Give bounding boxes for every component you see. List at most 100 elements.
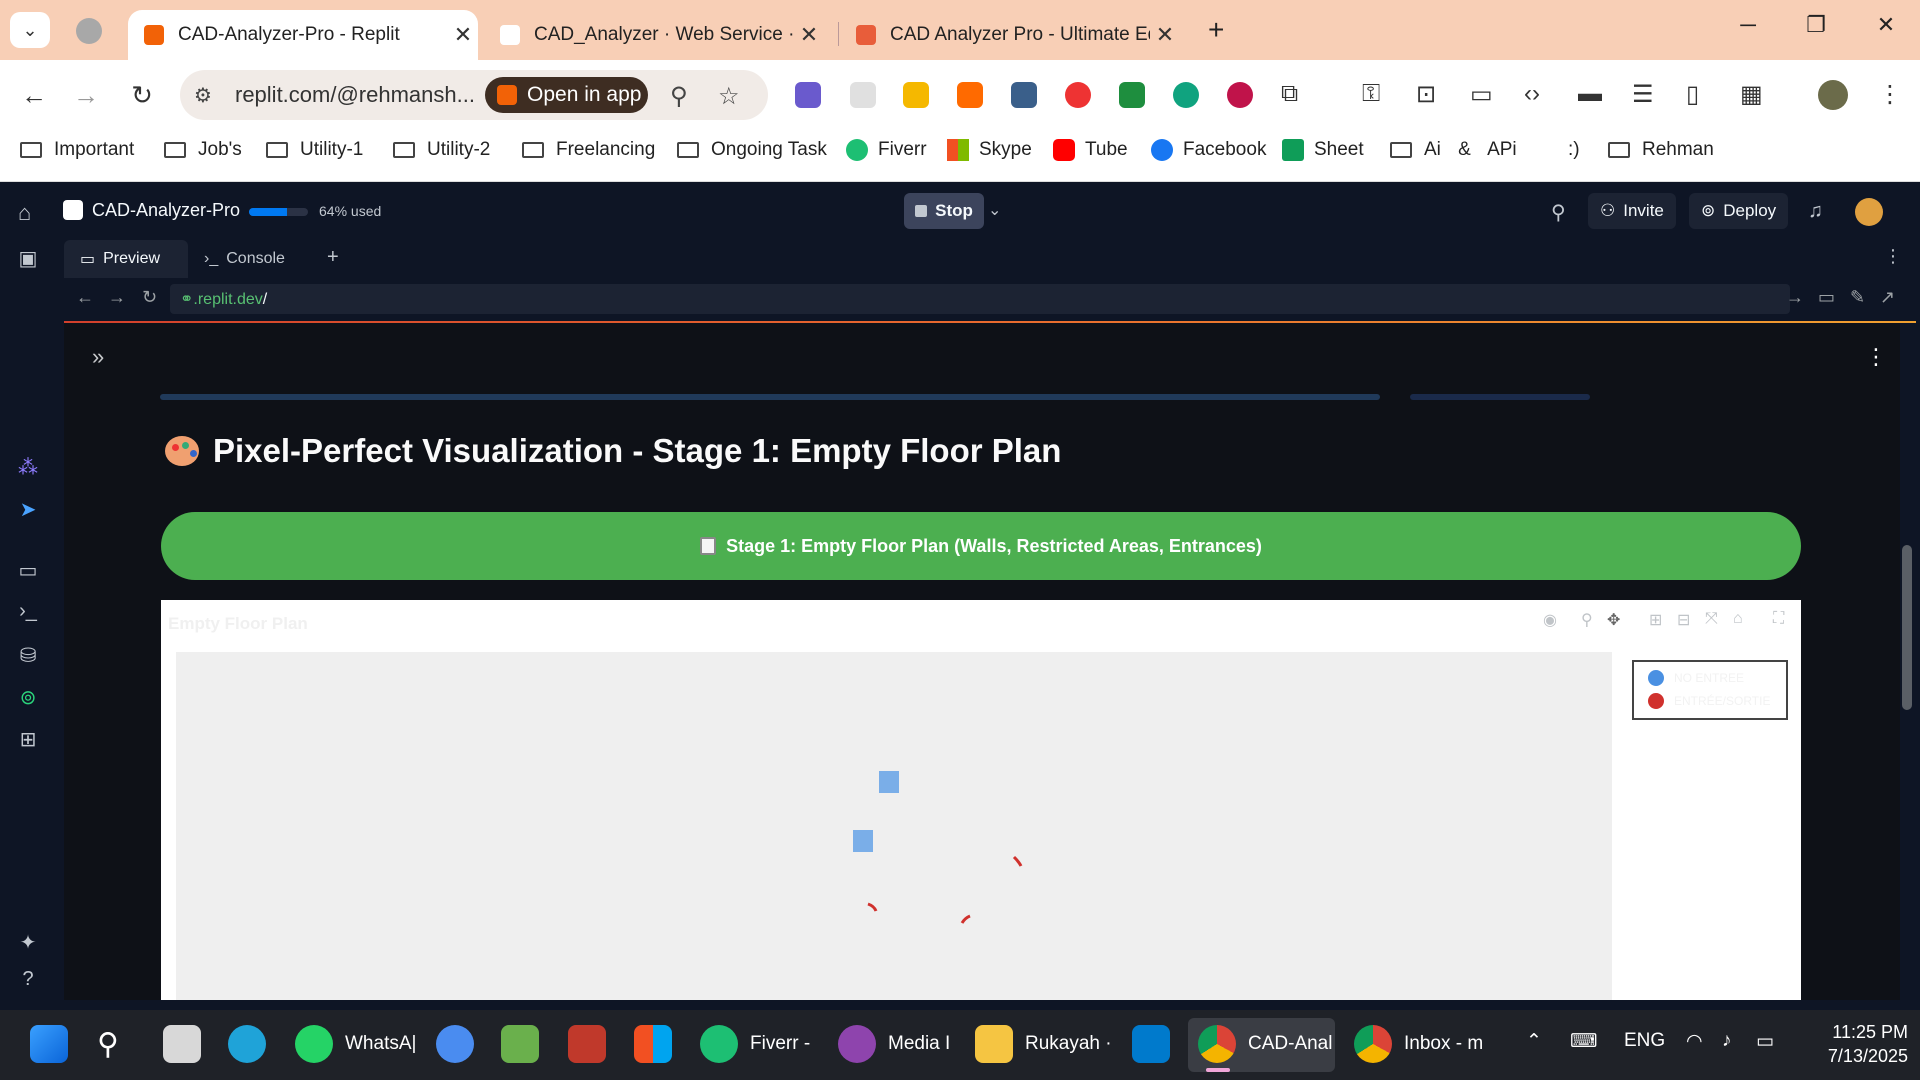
zoom-icon[interactable]: ⚲ bbox=[1581, 610, 1593, 630]
extension-icon[interactable] bbox=[850, 82, 876, 108]
close-icon[interactable]: ✕ bbox=[794, 22, 824, 48]
camera-icon[interactable]: ◉ bbox=[1543, 610, 1557, 630]
fiverr-button[interactable]: Fiverr - bbox=[700, 1024, 810, 1064]
bookmark-fiverr[interactable]: Fiverr bbox=[846, 139, 927, 161]
forward-icon[interactable]: → bbox=[108, 287, 126, 308]
bookmark-utility-1[interactable]: Utility-1 bbox=[266, 139, 363, 161]
zoom-icon[interactable]: ⚲ bbox=[670, 82, 688, 111]
assistant-icon[interactable]: ➤ bbox=[16, 497, 40, 522]
tab-console[interactable]: ›_ Console bbox=[188, 240, 313, 278]
tab-web-service[interactable]: CAD_Analyzer · Web Service · I ✕ bbox=[484, 10, 824, 60]
bookmark-star-icon[interactable]: ☆ bbox=[718, 82, 740, 111]
deploy-icon[interactable]: ⊚ bbox=[16, 685, 40, 710]
autoscale-icon[interactable]: ⤧ bbox=[1705, 610, 1718, 628]
tab-replit[interactable]: CAD-Analyzer-Pro - Replit ✕ bbox=[128, 10, 478, 60]
reading-list-icon[interactable]: ☰ bbox=[1632, 80, 1654, 109]
extension-icon[interactable] bbox=[1119, 82, 1145, 108]
address-url[interactable]: replit.com/@rehmansh... bbox=[235, 82, 475, 108]
close-window-icon[interactable]: ✕ bbox=[1866, 12, 1906, 38]
expand-sidebar-icon[interactable]: » bbox=[92, 344, 104, 370]
side-panel-icon[interactable]: ▦ bbox=[1740, 80, 1763, 109]
volume-icon[interactable]: ♪ bbox=[1722, 1030, 1732, 1052]
close-icon[interactable]: ✕ bbox=[448, 22, 478, 48]
preview-icon[interactable]: ▭ bbox=[16, 558, 40, 583]
notepad-button[interactable] bbox=[501, 1024, 551, 1064]
code-icon[interactable]: ‹› bbox=[1524, 80, 1540, 108]
sparkle-icon[interactable]: ✦ bbox=[16, 930, 40, 955]
new-tab-icon[interactable]: + bbox=[1208, 14, 1224, 46]
deploy-button[interactable]: ⊚ Deploy bbox=[1689, 193, 1789, 229]
scrollbar-thumb[interactable] bbox=[1902, 545, 1912, 710]
open-in-app-button[interactable]: Open in app bbox=[485, 77, 648, 113]
back-icon[interactable]: ← bbox=[76, 287, 94, 308]
project-name[interactable]: CAD-Analyzer-Pro bbox=[92, 200, 240, 221]
add-tab-icon[interactable]: + bbox=[327, 246, 339, 269]
task-view-button[interactable] bbox=[163, 1024, 213, 1064]
bookmark-tube[interactable]: Tube bbox=[1053, 139, 1128, 161]
legend-item-no-entree[interactable]: NO ENTREE bbox=[1648, 670, 1744, 686]
keyboard-icon[interactable]: ⌨ bbox=[1570, 1030, 1597, 1053]
plot-area[interactable] bbox=[176, 652, 1612, 1000]
devtools-icon[interactable]: ✎ bbox=[1850, 287, 1865, 308]
search-icon[interactable]: ⚲ bbox=[1551, 200, 1566, 225]
store-button[interactable] bbox=[634, 1024, 684, 1064]
bell-icon[interactable]: ♫ bbox=[1808, 200, 1823, 223]
main-menu-icon[interactable]: ⋮ bbox=[1865, 344, 1887, 370]
zoom-out-icon[interactable]: ⊟ bbox=[1677, 610, 1690, 630]
battery-icon[interactable]: ▭ bbox=[1756, 1030, 1774, 1053]
ublock-icon[interactable] bbox=[1227, 82, 1253, 108]
tray-chevron-up-icon[interactable]: ⌃ bbox=[1526, 1030, 1542, 1053]
floor-plan-plot[interactable]: Empty Floor Plan ◉ ⚲ ✥ ⊞ ⊟ ⤧ ⌂ ⛶ NO ENTR… bbox=[161, 600, 1801, 1000]
screenshot-icon[interactable]: ⊡ bbox=[1416, 80, 1436, 109]
browser-menu-icon[interactable]: ⋮ bbox=[1878, 80, 1902, 109]
password-key-icon[interactable]: ⚿ bbox=[1362, 80, 1380, 108]
console-icon[interactable]: ›_ bbox=[16, 600, 40, 623]
pan-icon[interactable]: ✥ bbox=[1607, 610, 1620, 630]
plot-legend[interactable]: NO ENTREE ENTRÉE/SORTIE bbox=[1632, 660, 1788, 720]
bookmark-smiley[interactable]: :) bbox=[1568, 139, 1580, 161]
extension-icon[interactable] bbox=[957, 82, 983, 108]
chrome-alt-button[interactable] bbox=[436, 1024, 486, 1064]
back-icon[interactable]: ← bbox=[16, 80, 52, 111]
bookmark-important[interactable]: Important bbox=[20, 139, 134, 161]
reload-icon[interactable]: ↻ bbox=[124, 80, 160, 111]
profile-avatar[interactable] bbox=[1818, 80, 1848, 110]
database-icon[interactable]: ⛁ bbox=[16, 643, 40, 668]
file-explorer-button[interactable]: Rukayah · bbox=[975, 1024, 1112, 1064]
start-button[interactable] bbox=[30, 1024, 80, 1064]
chrome-inbox-button[interactable]: Inbox - m bbox=[1354, 1024, 1483, 1064]
legend-item-entree-sortie[interactable]: ENTRÉE/SORTIE bbox=[1648, 693, 1770, 709]
files-toggle-icon[interactable]: ▣ bbox=[16, 246, 40, 271]
whatsapp-button[interactable]: WhatsA| bbox=[295, 1024, 416, 1064]
extension-icon[interactable] bbox=[903, 82, 929, 108]
all-tools-icon[interactable]: ⊞ bbox=[16, 727, 40, 752]
close-icon[interactable]: ✕ bbox=[1150, 22, 1180, 48]
bookmark-jobs[interactable]: Job's bbox=[164, 139, 242, 161]
search-icon[interactable]: ⚲ bbox=[97, 1024, 119, 1064]
bookmark-utility-2[interactable]: Utility-2 bbox=[393, 139, 490, 161]
stage-1-button[interactable]: Stage 1: Empty Floor Plan (Walls, Restri… bbox=[161, 512, 1801, 580]
extension-icon[interactable] bbox=[795, 82, 821, 108]
language-indicator[interactable]: ENG bbox=[1624, 1030, 1665, 1052]
edge-button[interactable] bbox=[228, 1024, 278, 1064]
globe-icon[interactable] bbox=[76, 18, 102, 44]
card-icon[interactable]: ▬ bbox=[1578, 80, 1602, 108]
bookmark-ongoing-task[interactable]: Ongoing Task bbox=[677, 139, 827, 161]
invite-button[interactable]: ⚇ Invite bbox=[1588, 193, 1676, 229]
agent-icon[interactable]: ⁂ bbox=[16, 455, 40, 480]
tab-search-chevron-icon[interactable]: ⌄ bbox=[10, 12, 50, 48]
snipping-tool-button[interactable] bbox=[568, 1024, 618, 1064]
extensions-puzzle-icon[interactable]: ⧉ bbox=[1281, 80, 1298, 108]
stop-button[interactable]: Stop bbox=[904, 193, 984, 229]
reading-mode-icon[interactable]: ▯ bbox=[1686, 80, 1699, 109]
avatar[interactable] bbox=[1855, 198, 1883, 226]
webview-url-field[interactable]: ⚭.replit.dev/ bbox=[170, 284, 1790, 314]
help-icon[interactable]: ? bbox=[16, 968, 40, 991]
bookmark-sheet[interactable]: Sheet bbox=[1282, 139, 1364, 161]
fullscreen-icon[interactable]: ⛶ bbox=[1773, 610, 1784, 628]
reset-axes-icon[interactable]: ⌂ bbox=[1733, 610, 1743, 628]
clock[interactable]: 11:25 PM 7/13/2025 bbox=[1808, 1020, 1908, 1068]
zoom-in-icon[interactable]: ⊞ bbox=[1649, 610, 1662, 630]
restore-icon[interactable]: ❐ bbox=[1796, 12, 1836, 38]
go-icon[interactable]: → bbox=[1786, 287, 1804, 308]
